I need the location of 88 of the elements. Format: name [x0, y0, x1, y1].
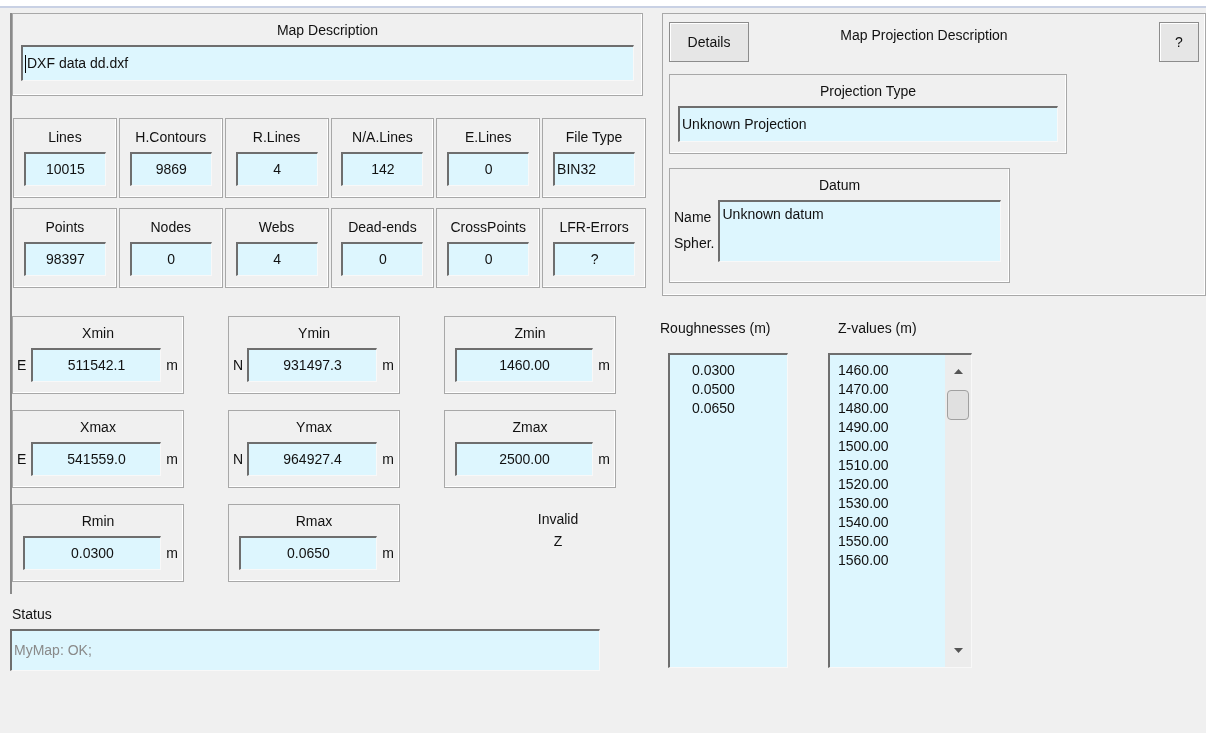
prefix-label: E [17, 355, 27, 375]
name-label: Name [674, 208, 713, 227]
scroll-down-icon[interactable] [953, 648, 963, 653]
extent-label: Zmin [514, 324, 546, 343]
count-label: CrossPoints [450, 218, 526, 237]
invalid-z-label: Invalid Z [536, 510, 580, 551]
unit-label: m [165, 543, 179, 563]
scroll-thumb[interactable] [947, 390, 969, 420]
value-field[interactable]: 0.0650 [239, 536, 377, 570]
extent-label: Xmin [82, 324, 114, 343]
unit-label: m [381, 449, 395, 469]
value-field[interactable]: BIN32 [553, 152, 636, 186]
value-field[interactable]: 98397 [23, 242, 106, 276]
extent-label: Rmin [81, 512, 115, 531]
prefix-label: N [233, 449, 243, 469]
value-field[interactable]: 511542.1 [31, 348, 161, 382]
count-label: LFR-Errors [559, 218, 629, 237]
unit-label: m [165, 355, 179, 375]
projection-title: Map Projection Description [839, 26, 1009, 45]
value-field[interactable]: 0 [341, 242, 424, 276]
spheroid-label: Spher. [674, 234, 715, 253]
datum-field[interactable]: Unknown datum [718, 200, 1001, 262]
list-item[interactable]: 1530.00 [838, 494, 945, 513]
count-label: Nodes [150, 218, 191, 237]
value-field[interactable]: 4 [235, 152, 318, 186]
value-field[interactable]: 2500.00 [455, 442, 593, 476]
value-field[interactable]: 541559.0 [31, 442, 161, 476]
z-values-label: Z-values (m) [837, 319, 918, 338]
map-description-label: Map Description [276, 21, 379, 40]
unit-label: m [597, 355, 611, 375]
list-item[interactable]: 0.0650 [692, 399, 787, 418]
list-item[interactable]: 1460.00 [838, 361, 945, 380]
list-item[interactable]: 1520.00 [838, 475, 945, 494]
help-button[interactable]: ? [1159, 22, 1199, 62]
count-label: H.Contours [135, 128, 207, 147]
value-field[interactable]: 0 [129, 242, 212, 276]
value-field[interactable]: 931497.3 [247, 348, 377, 382]
projection-type-label: Projection Type [819, 82, 917, 101]
value-field[interactable]: 9869 [129, 152, 212, 186]
list-item[interactable]: 1540.00 [838, 513, 945, 532]
value-field[interactable]: 0.0300 [23, 536, 161, 570]
count-label: Lines [48, 128, 82, 147]
roughness-list[interactable]: 0.0300 0.0500 0.0650 [668, 353, 788, 668]
datum-label: Datum [818, 176, 861, 195]
unit-label: m [597, 449, 611, 469]
list-item[interactable]: 1480.00 [838, 399, 945, 418]
count-label: N/A.Lines [352, 128, 413, 147]
count-label: File Type [565, 128, 623, 147]
list-item[interactable]: 1560.00 [838, 551, 945, 570]
value-field[interactable]: 142 [341, 152, 424, 186]
count-label: R.Lines [252, 128, 301, 147]
value-field[interactable]: 964927.4 [247, 442, 377, 476]
value-field[interactable]: 0 [447, 242, 530, 276]
status-label: Status [11, 605, 53, 624]
prefix-label: N [233, 355, 243, 375]
unit-label: m [165, 449, 179, 469]
details-button[interactable]: Details [669, 22, 749, 62]
roughnesses-label: Roughnesses (m) [660, 319, 772, 338]
text-cursor [25, 54, 26, 73]
value-field[interactable]: 1460.00 [455, 348, 593, 382]
value-field[interactable]: ? [553, 242, 636, 276]
value-field[interactable]: 4 [235, 242, 318, 276]
count-label: Webs [258, 218, 295, 237]
list-item[interactable]: 0.0300 [692, 361, 787, 380]
list-item[interactable]: 1550.00 [838, 532, 945, 551]
extent-label: Ymax [296, 418, 332, 437]
value-field[interactable]: 10015 [23, 152, 106, 186]
map-description-field[interactable]: DXF data dd.dxf [21, 45, 634, 81]
extent-label: Ymin [298, 324, 330, 343]
scroll-up-icon[interactable] [953, 369, 963, 374]
unit-label: m [381, 355, 395, 375]
list-item[interactable]: 1490.00 [838, 418, 945, 437]
list-item[interactable]: 1500.00 [838, 437, 945, 456]
projection-type-field[interactable]: Unknown Projection [678, 106, 1058, 142]
count-label: Dead-ends [348, 218, 417, 237]
scrollbar[interactable] [945, 355, 971, 667]
unit-label: m [381, 543, 395, 563]
prefix-label: E [17, 449, 27, 469]
extent-label: Xmax [80, 418, 116, 437]
count-label: E.Lines [464, 128, 512, 147]
value-field[interactable]: 0 [447, 152, 530, 186]
z-values-list[interactable]: 1460.00 1470.00 1480.00 1490.00 1500.00 1510.00 1520.00 1530.00 1540.00 1550.00 1560.00 [828, 353, 972, 668]
count-label: Points [45, 218, 85, 237]
extent-label: Zmax [512, 418, 548, 437]
list-item[interactable]: 0.0500 [692, 380, 787, 399]
list-item[interactable]: 1470.00 [838, 380, 945, 399]
extent-label: Rmax [295, 512, 333, 531]
list-item[interactable]: 1510.00 [838, 456, 945, 475]
